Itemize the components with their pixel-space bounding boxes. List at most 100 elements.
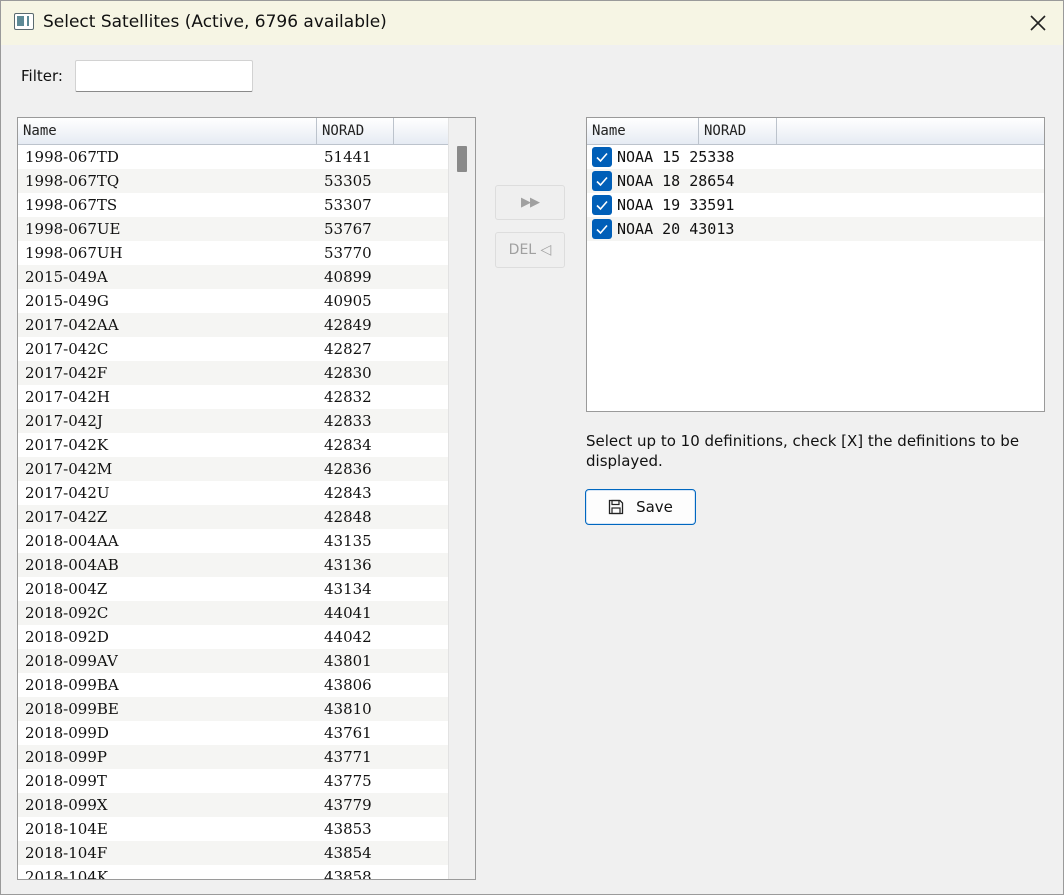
table-row[interactable]: 2018-004AB 43136 — [18, 553, 448, 577]
display-checkbox[interactable] — [592, 219, 612, 239]
selected-satellites-list[interactable]: Name NORAD NOAA 15 25338 NOAA 18 28654 NOA… — [586, 117, 1045, 412]
norad-id: 42832 — [324, 388, 372, 406]
checkmark-icon — [596, 224, 608, 235]
table-row[interactable]: 2015-049G 40905 — [18, 289, 448, 313]
display-checkbox[interactable] — [592, 171, 612, 191]
norad-id: 43810 — [324, 700, 372, 718]
column-header-name[interactable]: Name — [587, 118, 699, 144]
table-row[interactable]: 2018-099T 43775 — [18, 769, 448, 793]
column-header-norad[interactable]: NORAD — [699, 118, 777, 144]
display-checkbox[interactable] — [592, 147, 612, 167]
list-header: Name NORAD — [18, 118, 448, 145]
table-row[interactable]: 2018-092C 44041 — [18, 601, 448, 625]
scrollbar-thumb[interactable] — [457, 146, 467, 172]
column-header-norad[interactable]: NORAD — [317, 118, 394, 144]
table-row[interactable]: 2017-042AA 42849 — [18, 313, 448, 337]
norad-id: 43771 — [324, 748, 372, 766]
close-button[interactable] — [1021, 7, 1055, 39]
checkmark-icon — [596, 200, 608, 211]
filter-label: Filter: — [21, 67, 63, 85]
filter-input[interactable] — [75, 60, 253, 92]
norad-id: 43136 — [324, 556, 372, 574]
satellite-name: 2017-042U — [25, 484, 110, 502]
norad-id: 43806 — [324, 676, 372, 694]
norad-id: 40905 — [324, 292, 372, 310]
table-row[interactable]: 2018-099P 43771 — [18, 745, 448, 769]
table-row[interactable]: 1998-067TS 53307 — [18, 193, 448, 217]
satellite-name: 2018-099D — [25, 724, 109, 742]
list-item[interactable]: NOAA 18 28654 — [587, 169, 1044, 193]
satellite-name: 1998-067TD — [25, 148, 119, 166]
satellite-name: 2017-042AA — [25, 316, 119, 334]
satellite-name: 2015-049A — [25, 268, 108, 286]
selected-satellite-label: NOAA 18 28654 — [617, 172, 735, 190]
save-icon — [608, 499, 624, 515]
satellite-name: 2018-099AV — [25, 652, 118, 670]
table-row[interactable]: 2018-092D 44042 — [18, 625, 448, 649]
norad-id: 42843 — [324, 484, 372, 502]
table-row[interactable]: 2017-042C 42827 — [18, 337, 448, 361]
save-button[interactable]: Save — [585, 489, 696, 525]
instructions-text: Select up to 10 definitions, check [X] t… — [586, 432, 1020, 470]
list-item[interactable]: NOAA 20 43013 — [587, 217, 1044, 241]
satellite-name: 2017-042H — [25, 388, 110, 406]
satellite-name: 2017-042J — [25, 412, 103, 430]
window-title: Select Satellites (Active, 6796 availabl… — [43, 12, 387, 32]
selected-rows: NOAA 15 25338 NOAA 18 28654 NOAA 19 33591 N… — [587, 145, 1044, 241]
save-button-label: Save — [636, 498, 673, 516]
table-row[interactable]: 1998-067UH 53770 — [18, 241, 448, 265]
satellite-name: 2015-049G — [25, 292, 109, 310]
norad-id: 53767 — [324, 220, 372, 238]
table-row[interactable]: 2018-104K 43858 — [18, 865, 448, 880]
satellite-name: 2018-004AB — [25, 556, 119, 574]
satellite-name: 2018-099BE — [25, 700, 119, 718]
norad-id: 43858 — [324, 868, 372, 880]
norad-id: 44041 — [324, 604, 372, 622]
table-row[interactable]: 2017-042M 42836 — [18, 457, 448, 481]
norad-id: 42827 — [324, 340, 372, 358]
table-row[interactable]: 2018-004Z 43134 — [18, 577, 448, 601]
table-row[interactable]: 2017-042J 42833 — [18, 409, 448, 433]
table-row[interactable]: 1998-067TQ 53305 — [18, 169, 448, 193]
satellite-name: 2017-042Z — [25, 508, 108, 526]
table-row[interactable]: 2018-104F 43854 — [18, 841, 448, 865]
table-row[interactable]: 2018-099D 43761 — [18, 721, 448, 745]
table-row[interactable]: 2018-099BA 43806 — [18, 673, 448, 697]
selected-list-header: Name NORAD — [587, 118, 1044, 145]
table-row[interactable]: 2018-104E 43853 — [18, 817, 448, 841]
delete-from-selection-button[interactable]: DEL ◁ — [495, 232, 565, 268]
table-row[interactable]: 2017-042Z 42848 — [18, 505, 448, 529]
table-row[interactable]: 2018-004AA 43135 — [18, 529, 448, 553]
add-to-selection-button[interactable]: ▶▶ — [495, 185, 565, 220]
table-row[interactable]: 2017-042U 42843 — [18, 481, 448, 505]
column-header-name[interactable]: Name — [18, 118, 317, 144]
title-bar: Select Satellites (Active, 6796 availabl… — [1, 1, 1063, 45]
norad-id: 42830 — [324, 364, 372, 382]
display-checkbox[interactable] — [592, 195, 612, 215]
table-row[interactable]: 2015-049A 40899 — [18, 265, 448, 289]
norad-id: 53305 — [324, 172, 372, 190]
satellite-name: 2018-004Z — [25, 580, 108, 598]
table-row[interactable]: 1998-067UE 53767 — [18, 217, 448, 241]
norad-id: 42849 — [324, 316, 372, 334]
table-row[interactable]: 2017-042H 42832 — [18, 385, 448, 409]
table-row[interactable]: 2018-099X 43779 — [18, 793, 448, 817]
table-row[interactable]: 1998-067TD 51441 — [18, 145, 448, 169]
table-row[interactable]: 2018-099BE 43810 — [18, 697, 448, 721]
norad-id: 43135 — [324, 532, 372, 550]
norad-id: 43761 — [324, 724, 372, 742]
table-row[interactable]: 2017-042K 42834 — [18, 433, 448, 457]
available-rows: 1998-067TD 51441 1998-067TQ 53305 1998-067TS… — [18, 145, 448, 880]
norad-id: 44042 — [324, 628, 372, 646]
satellite-name: 2017-042M — [25, 460, 113, 478]
available-satellites-list[interactable]: Name NORAD 1998-067TD 51441 1998-067TQ 5330… — [17, 117, 476, 880]
norad-id: 40899 — [324, 268, 372, 286]
selected-satellite-label: NOAA 20 43013 — [617, 220, 735, 238]
satellite-name: 2018-099X — [25, 796, 108, 814]
norad-id: 42836 — [324, 460, 372, 478]
list-item[interactable]: NOAA 15 25338 — [587, 145, 1044, 169]
list-item[interactable]: NOAA 19 33591 — [587, 193, 1044, 217]
table-row[interactable]: 2017-042F 42830 — [18, 361, 448, 385]
table-row[interactable]: 2018-099AV 43801 — [18, 649, 448, 673]
vertical-scrollbar[interactable] — [448, 118, 475, 879]
